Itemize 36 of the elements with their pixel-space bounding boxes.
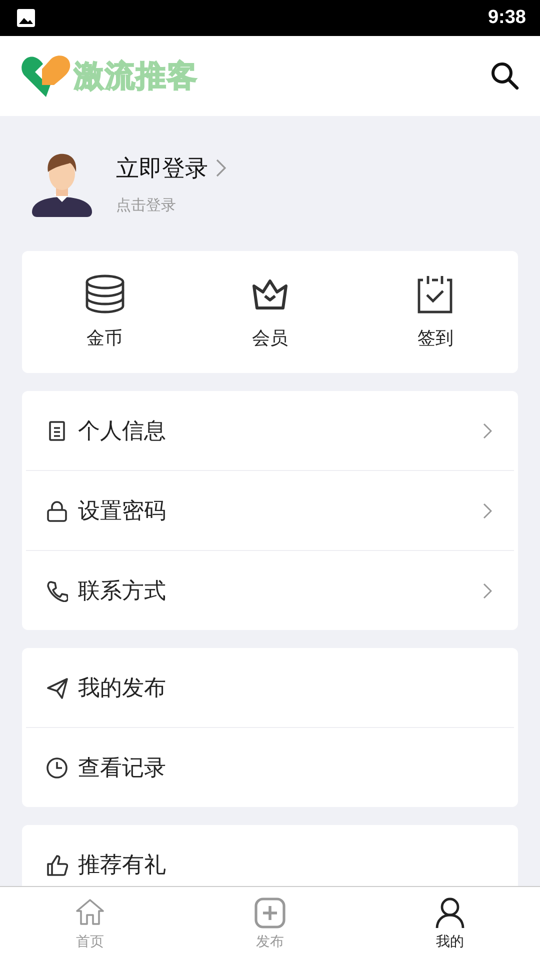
chevron-right-icon [483, 582, 492, 598]
menu-label: 联系方式 [78, 578, 167, 606]
menu-label: 查看记录 [78, 754, 167, 782]
plus-square-icon [254, 896, 286, 928]
menu-row[interactable]: 个人信息 [26, 391, 514, 471]
menu-row[interactable]: 推荐有礼 [26, 825, 514, 886]
thumbs-up-icon [46, 854, 68, 876]
menu-label: 推荐有礼 [78, 852, 167, 880]
menu-row[interactable]: 我的发布 [26, 648, 514, 728]
person-icon [434, 896, 466, 928]
menu-row[interactable]: 查看记录 [26, 728, 514, 807]
login-link[interactable]: 立即登录 [116, 152, 208, 184]
coins-stack-icon [84, 274, 125, 314]
login-hint: 点击登录 [116, 196, 177, 214]
paper-plane-icon [46, 676, 68, 698]
nav-tab[interactable]: 我的 [360, 887, 540, 960]
image-icon [16, 8, 36, 28]
menu-row[interactable]: 设置密码 [26, 471, 514, 551]
chevron-right-icon [483, 502, 492, 518]
phone-icon [46, 580, 68, 602]
heart-logo-icon [20, 53, 72, 99]
menu-label: 个人信息 [78, 418, 167, 446]
lock-icon [46, 500, 68, 522]
search-icon[interactable] [490, 61, 520, 91]
quick-action-button[interactable]: 金币 [22, 274, 188, 350]
menu-label: 我的发布 [78, 674, 167, 702]
quick-action-button[interactable]: 签到 [352, 274, 518, 350]
menu-row[interactable]: 联系方式 [26, 551, 514, 630]
document-icon [46, 420, 68, 442]
quick-action-button[interactable]: 会员 [187, 274, 353, 350]
chevron-right-icon [483, 422, 492, 438]
app-logo-text: 激流推客 [74, 58, 198, 96]
status-time: 9:38 [488, 7, 526, 29]
chevron-right-icon [216, 159, 226, 177]
clock-icon [46, 756, 68, 778]
menu-label: 设置密码 [78, 498, 167, 526]
